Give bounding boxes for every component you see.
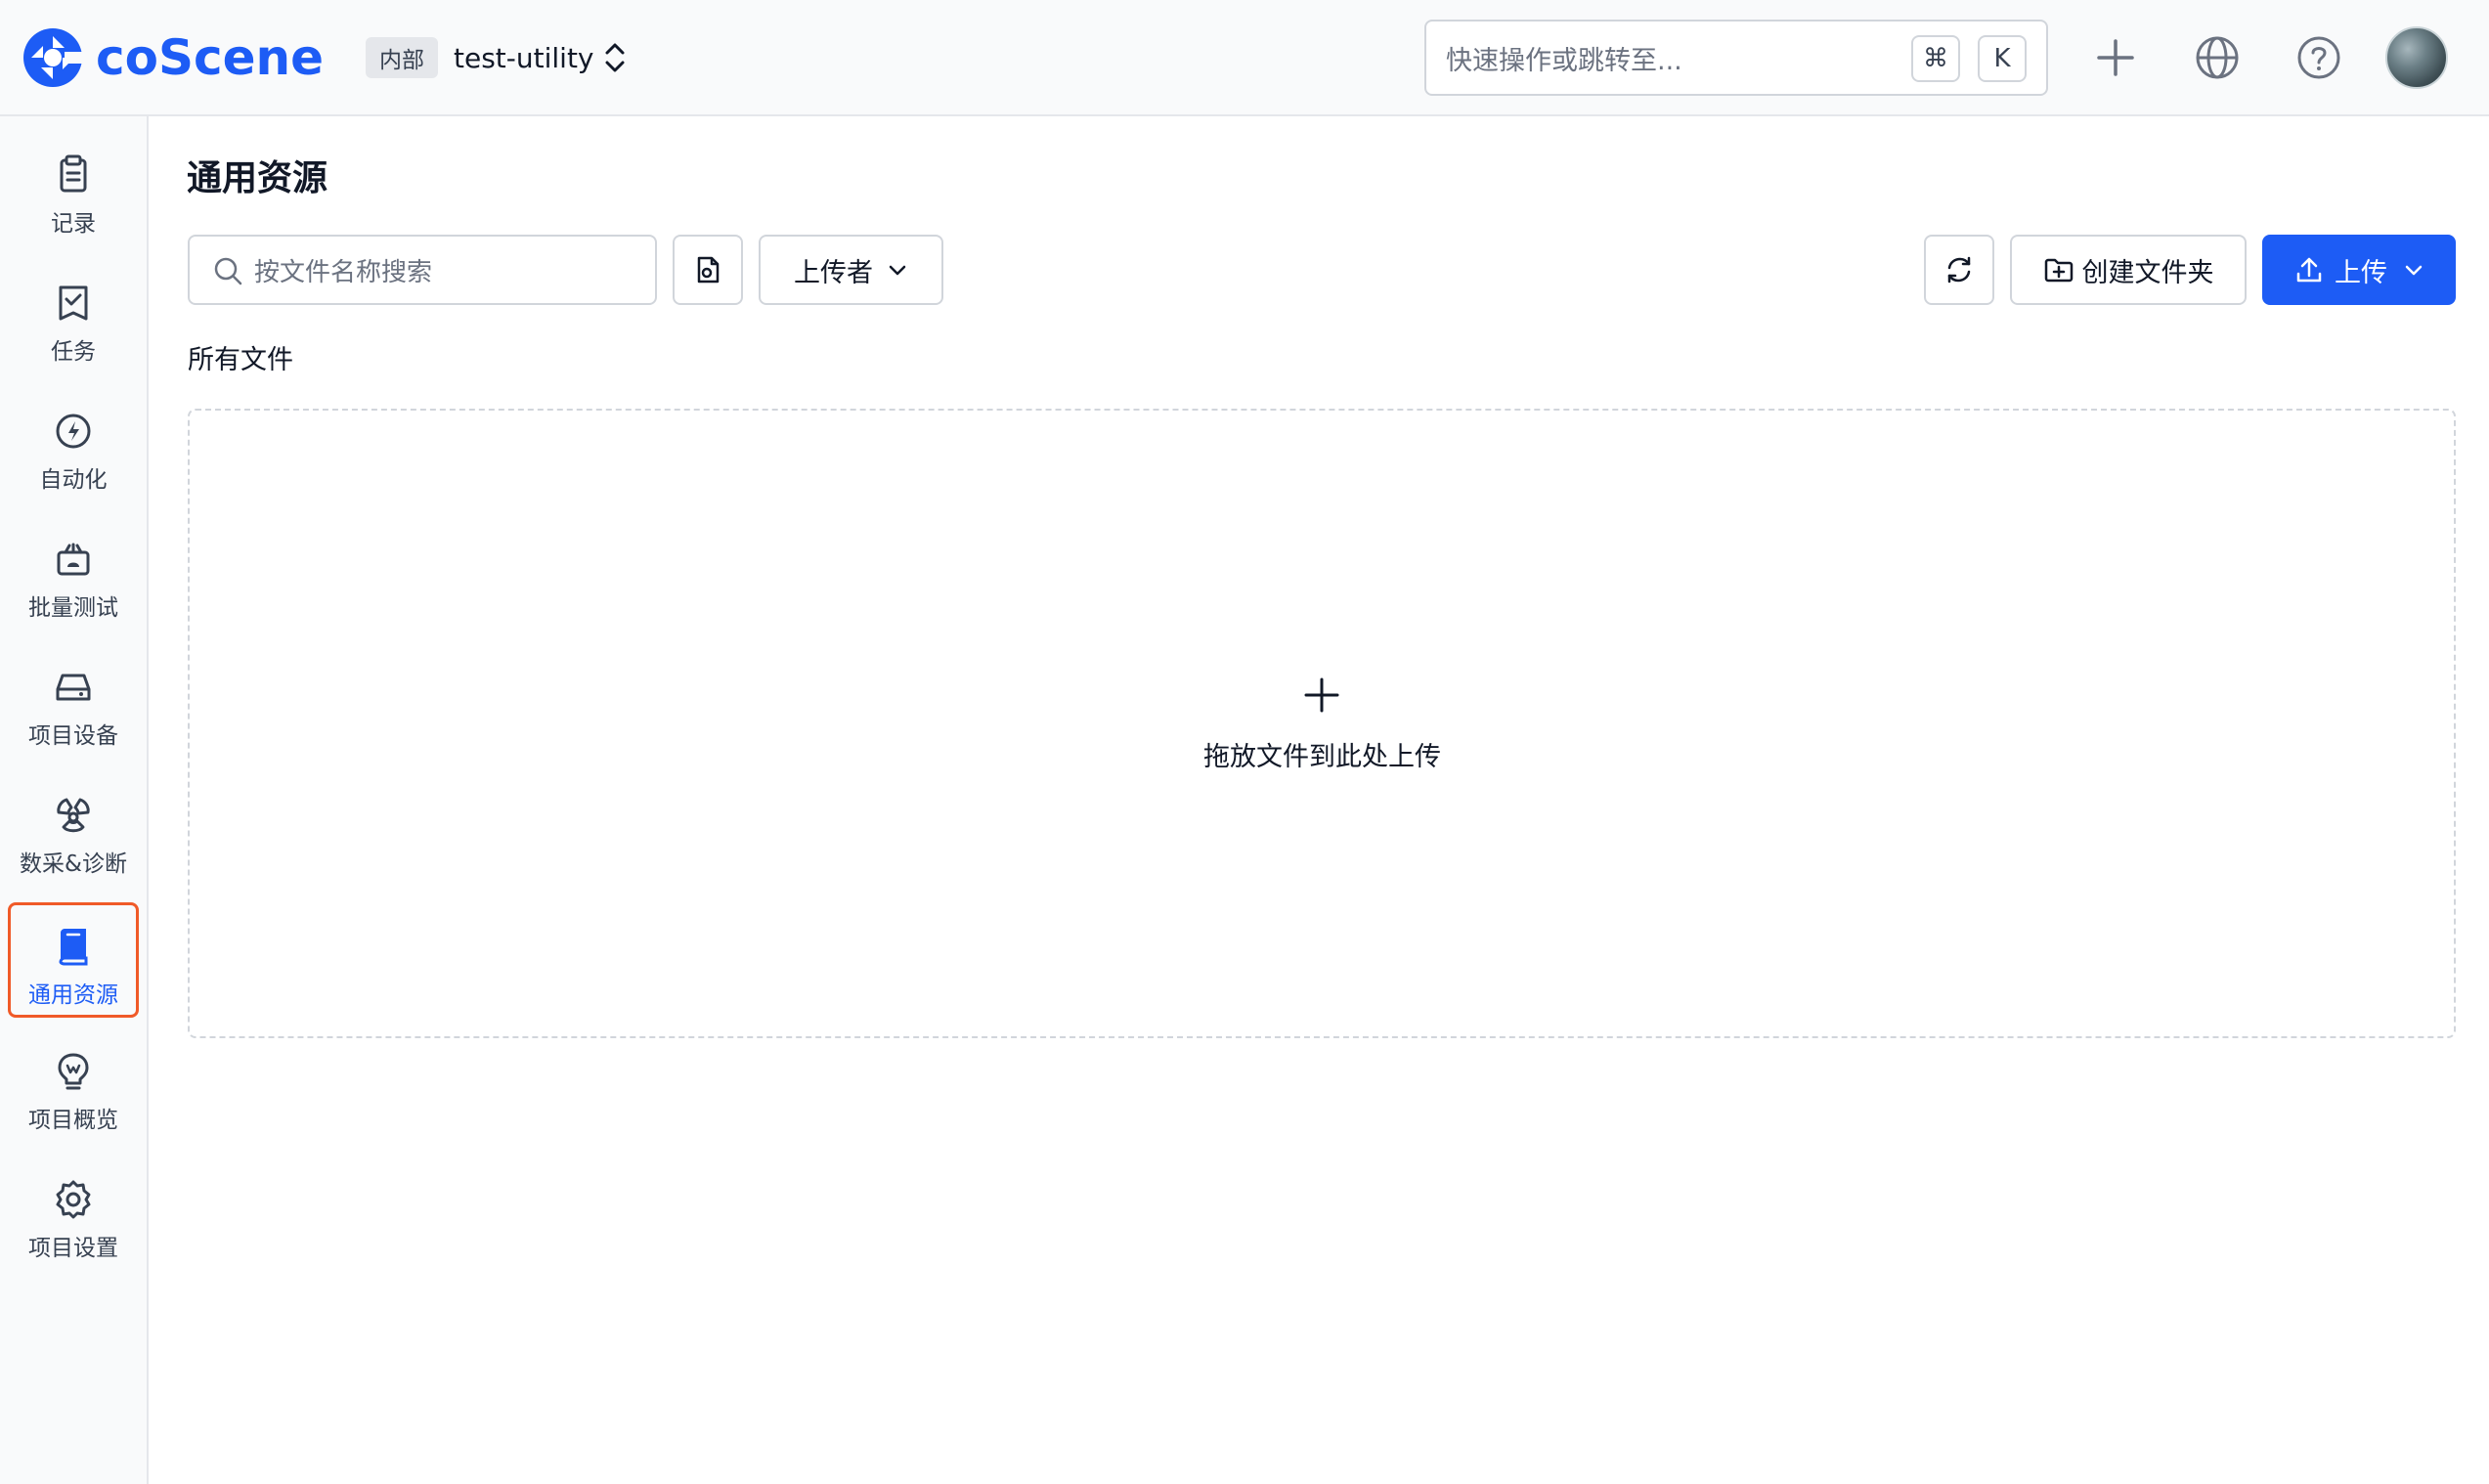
- user-avatar[interactable]: [2385, 26, 2448, 89]
- file-type-filter-button[interactable]: [673, 235, 743, 305]
- folder-plus-icon: [2044, 258, 2073, 283]
- create-folder-button[interactable]: 创建文件夹: [2010, 235, 2247, 305]
- automation-icon: [56, 414, 91, 449]
- sidebar-item-resources[interactable]: 通用资源: [8, 902, 139, 1018]
- app-root: coScene 内部 test-utility 快速操作或跳转至... ⌘ K: [0, 0, 2489, 1484]
- device-icon: [56, 674, 91, 701]
- quick-search-placeholder: 快速操作或跳转至...: [1446, 45, 1682, 76]
- help-icon[interactable]: [2294, 33, 2343, 82]
- logo-text: coScene: [96, 29, 325, 86]
- sidebar: 记录 任务 自动化 批量测试 项目设备 数采&诊断 通用资源 项目概览 项目设置: [0, 116, 149, 1484]
- sidebar-item-overview[interactable]: 项目概览: [8, 1030, 139, 1146]
- top-header: coScene 内部 test-utility 快速操作或跳转至... ⌘ K: [0, 0, 2489, 116]
- logo[interactable]: coScene: [22, 24, 324, 91]
- breadcrumb[interactable]: 所有文件: [188, 338, 293, 376]
- clipboard-icon: [60, 154, 87, 193]
- sidebar-item-label: 项目设置: [28, 1236, 118, 1261]
- plus-icon[interactable]: [2091, 33, 2140, 82]
- chevron-down-icon: [2405, 265, 2423, 276]
- chevron-down-icon: [889, 265, 906, 276]
- upload-label: 上传: [2335, 257, 2387, 288]
- sidebar-item-automation[interactable]: 自动化: [8, 390, 139, 505]
- lightbulb-icon: [58, 1053, 89, 1090]
- chevron-up-down-icon[interactable]: [600, 39, 630, 76]
- sidebar-item-label: 批量测试: [28, 595, 118, 621]
- file-dropzone[interactable]: [188, 409, 2456, 1038]
- sidebar-item-records[interactable]: 记录: [8, 134, 139, 249]
- globe-icon[interactable]: [2193, 33, 2242, 82]
- sidebar-item-tasks[interactable]: 任务: [8, 262, 139, 377]
- command-key-icon: ⌘: [1911, 35, 1960, 82]
- sidebar-item-label: 项目设备: [28, 723, 118, 749]
- file-search-input[interactable]: 按文件名称搜索: [188, 235, 657, 305]
- k-key: K: [1978, 35, 2027, 82]
- quick-search-input[interactable]: 快速操作或跳转至... ⌘ K: [1424, 20, 2048, 96]
- book-icon: [59, 929, 88, 966]
- page-title: 通用资源: [187, 158, 328, 198]
- uploader-filter-dropdown[interactable]: 上传者: [759, 235, 943, 305]
- project-name[interactable]: test-utility: [454, 37, 594, 78]
- uploader-filter-label: 上传者: [794, 257, 873, 288]
- refresh-icon: [1947, 256, 1971, 284]
- search-icon: [214, 257, 242, 285]
- coscene-logo-icon: [23, 28, 84, 87]
- dropzone-text: 拖放文件到此处上传: [1203, 742, 1441, 772]
- sidebar-item-batch-test[interactable]: 批量测试: [8, 518, 139, 633]
- diagnosis-icon: [57, 798, 90, 833]
- upload-icon: [2296, 257, 2322, 283]
- file-search-placeholder: 按文件名称搜索: [254, 257, 433, 287]
- create-folder-label: 创建文件夹: [2081, 257, 2214, 288]
- refresh-button[interactable]: [1924, 235, 1994, 305]
- gear-icon: [56, 1180, 91, 1219]
- sidebar-item-label: 通用资源: [28, 982, 118, 1008]
- plus-icon: [1304, 677, 1339, 713]
- sidebar-item-label: 自动化: [39, 467, 108, 493]
- sidebar-item-label: 任务: [51, 339, 96, 365]
- task-check-icon: [59, 285, 88, 321]
- batch-test-icon: [57, 543, 90, 576]
- sidebar-item-diagnosis[interactable]: 数采&诊断: [8, 774, 139, 890]
- sidebar-item-settings[interactable]: 项目设置: [8, 1158, 139, 1274]
- sidebar-item-devices[interactable]: 项目设备: [8, 646, 139, 762]
- sidebar-item-label: 记录: [51, 211, 96, 237]
- upload-button[interactable]: 上传: [2262, 235, 2456, 305]
- project-badge: 内部: [366, 37, 438, 78]
- sidebar-item-label: 项目概览: [28, 1108, 118, 1133]
- file-settings-icon: [697, 256, 720, 284]
- sidebar-item-label: 数采&诊断: [20, 851, 127, 877]
